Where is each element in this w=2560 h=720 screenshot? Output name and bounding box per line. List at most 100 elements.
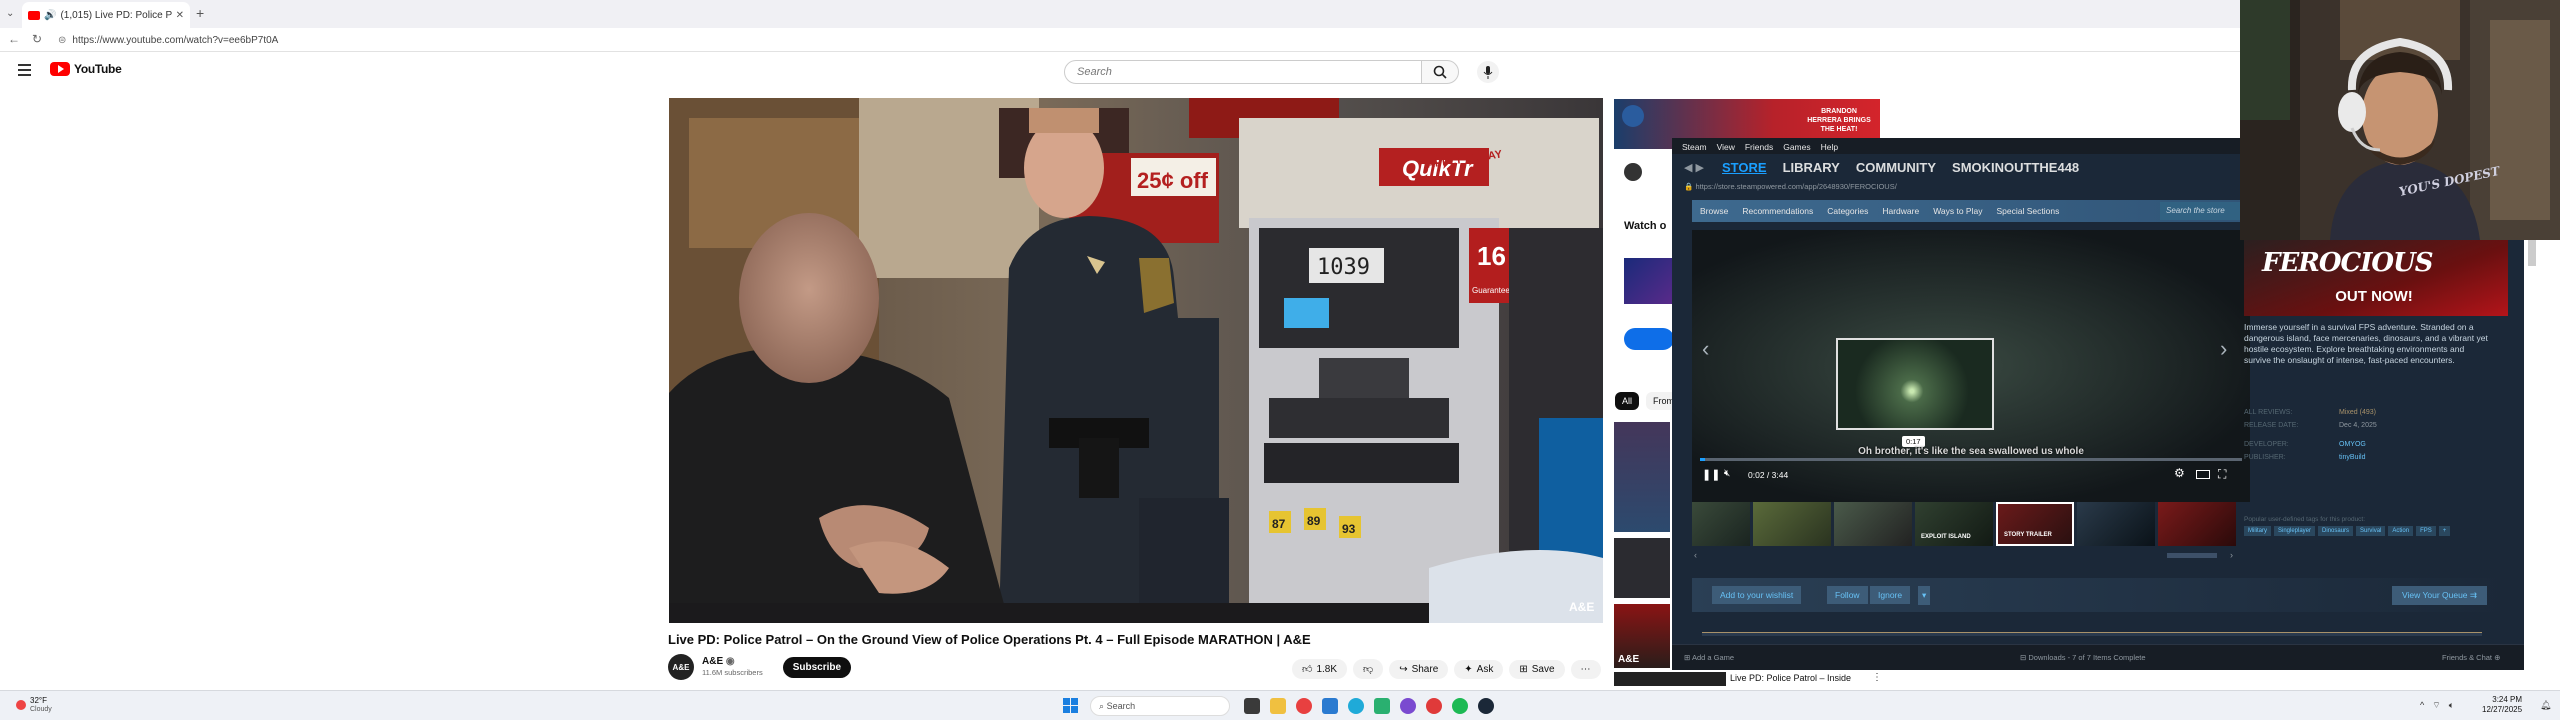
app-icon[interactable] [1426, 698, 1442, 714]
subnav-ways-to-play[interactable]: Ways to Play [1933, 206, 1982, 216]
youtube-logo[interactable]: YouTube [50, 62, 122, 76]
voice-search-button[interactable] [1477, 61, 1499, 83]
page-scrollbar-thumb[interactable] [2528, 238, 2536, 266]
recommended-thumbnail[interactable] [1614, 538, 1670, 598]
volume-icon[interactable]: 🔈︎ [2449, 700, 2454, 711]
ignore-button[interactable]: Ignore [1870, 586, 1911, 604]
app-icon[interactable] [1322, 698, 1338, 714]
tab-list-chevron-icon[interactable]: ⌄ [6, 8, 14, 19]
video-player[interactable]: QuikTr APPLY TODAY 25¢ off 1039 16 Guara… [669, 98, 1603, 623]
mute-icon[interactable]: 🔇︎ [1724, 468, 1730, 479]
add-to-wishlist-button[interactable]: Add to your wishlist [1712, 586, 1802, 604]
ask-button[interactable]: ✦ Ask [1454, 659, 1504, 679]
channel-avatar[interactable]: A&E [668, 654, 694, 680]
edge-icon[interactable] [1348, 698, 1364, 714]
subnav-recommendations[interactable]: Recommendations [1742, 206, 1813, 216]
subnav-browse[interactable]: Browse [1700, 206, 1728, 216]
steam-media-player[interactable]: ‹ › 0:17 Oh brother, it's like the sea s… [1692, 230, 2250, 502]
media-thumbnail[interactable] [1692, 502, 1750, 546]
steam-menu-item[interactable]: Help [1821, 142, 1838, 152]
save-button[interactable]: ⊞ Save [1509, 659, 1565, 679]
tag[interactable]: Singleplayer [2274, 526, 2316, 536]
steam-url-bar[interactable]: 🔒 https://store.steampowered.com/app/264… [1684, 182, 1897, 191]
subnav-hardware[interactable]: Hardware [1882, 206, 1919, 216]
up-next-thumbnail[interactable] [1614, 672, 1726, 686]
notification-bell-icon[interactable]: 🔔︎ [2540, 700, 2551, 711]
view-your-queue-button[interactable]: View Your Queue ⇉ [2392, 586, 2488, 605]
publisher-link[interactable]: tinyBuild [2339, 451, 2365, 464]
media-next-arrow-icon[interactable]: › [2220, 336, 2227, 362]
steam-search-input[interactable]: Search the store [2160, 202, 2248, 220]
developer-link[interactable]: OMYOG [2339, 438, 2366, 451]
recommended-thumbnail[interactable] [1614, 422, 1670, 532]
subnav-special-sections[interactable]: Special Sections [1996, 206, 2059, 216]
sidebar-ad-cta-button[interactable] [1624, 328, 1674, 350]
tag[interactable]: Military [2244, 526, 2271, 536]
media-thumbnail[interactable]: EXPLOIT ISLAND [1915, 502, 1993, 546]
steam-nav-store[interactable]: STORE [1722, 160, 1767, 175]
hamburger-menu-icon[interactable] [18, 64, 31, 76]
steam-menu-item[interactable]: Games [1783, 142, 1810, 152]
reviews-value[interactable]: Mixed (493) [2339, 406, 2376, 419]
tag[interactable]: Dinosaurs [2318, 526, 2354, 536]
tag[interactable]: Action [2388, 526, 2414, 536]
media-thumbnail[interactable] [1753, 502, 1831, 546]
taskbar-search[interactable]: ⌕ Search [1090, 696, 1230, 716]
steam-menu-item[interactable]: View [1717, 142, 1735, 152]
chip-all[interactable]: All [1615, 392, 1640, 410]
youtube-search-input[interactable]: Search [1064, 60, 1422, 84]
steam-nav-profile[interactable]: SMOKINOUTTHE448 [1952, 160, 2079, 175]
media-thumbnail-selected[interactable]: STORY TRAILER [1996, 502, 2074, 546]
weather-widget[interactable]: 32°F Cloudy [16, 696, 52, 714]
back-icon[interactable]: ← [8, 32, 20, 46]
strip-scrollbar[interactable] [2167, 553, 2217, 558]
audio-icon[interactable]: 🔊 [44, 10, 56, 21]
pause-button[interactable]: ❚❚ [1702, 468, 1720, 481]
media-thumbnail[interactable] [2077, 502, 2155, 546]
spotify-icon[interactable] [1452, 698, 1468, 714]
browser-tab[interactable]: 🔊 (1,015) Live PD: Police Patrol – ✕ [22, 2, 190, 28]
close-tab-icon[interactable]: ✕ [176, 10, 184, 21]
fullscreen-icon[interactable]: ⛶ [2218, 467, 2226, 482]
task-view-icon[interactable] [1244, 698, 1260, 714]
settings-gear-icon[interactable]: ⚙ [2174, 466, 2185, 480]
file-explorer-icon[interactable] [1270, 698, 1286, 714]
app-icon[interactable] [1374, 698, 1390, 714]
media-thumbnail[interactable] [1834, 502, 1912, 546]
steam-nav-library[interactable]: LIBRARY [1783, 160, 1840, 175]
subscribe-button[interactable]: Subscribe [782, 656, 852, 678]
steam-nav-community[interactable]: COMMUNITY [1856, 160, 1936, 175]
up-next-more-icon[interactable]: ⋮ [1872, 672, 1882, 683]
windows-start-icon[interactable] [1063, 698, 1078, 713]
steam-icon[interactable] [1478, 698, 1494, 714]
search-button[interactable] [1421, 60, 1459, 84]
network-icon[interactable]: ⌔ [2432, 700, 2440, 711]
more-actions-button[interactable]: ⋯ [1570, 659, 1601, 679]
app-icon[interactable] [1296, 698, 1312, 714]
address-bar[interactable]: ⊜ https://www.youtube.com/watch?v=ee6bP7… [58, 32, 1258, 48]
follow-button[interactable]: Follow [1827, 586, 1868, 604]
media-prev-arrow-icon[interactable]: ‹ [1702, 336, 1709, 362]
media-thumbnail[interactable] [2158, 502, 2236, 546]
tag[interactable]: Survival [2356, 526, 2386, 536]
dislike-button[interactable]: 👎︎ [1353, 659, 1384, 679]
downloads-status[interactable]: ⊟ Downloads - 7 of 7 Items Complete [2020, 653, 2146, 662]
strip-next-icon[interactable]: › [2230, 550, 2233, 560]
steam-menu-item[interactable]: Steam [1682, 142, 1707, 152]
subnav-categories[interactable]: Categories [1827, 206, 1868, 216]
add-game-button[interactable]: ⊞ Add a Game [1684, 653, 1734, 662]
strip-prev-icon[interactable]: ‹ [1694, 550, 1697, 560]
steam-menu-item[interactable]: Friends [1745, 142, 1773, 152]
reload-icon[interactable]: ↻ [32, 32, 42, 46]
like-button[interactable]: 👍︎ 1.8K [1292, 659, 1348, 679]
tag[interactable]: FPS [2416, 526, 2436, 536]
ignore-dropdown-icon[interactable]: ▾ [1918, 586, 1931, 605]
theater-mode-icon[interactable] [2196, 470, 2210, 479]
channel-name[interactable]: A&E [702, 656, 723, 667]
friends-chat-button[interactable]: Friends & Chat ⊕ [2442, 653, 2500, 662]
site-info-icon[interactable]: ⊜ [58, 35, 66, 46]
tag-more[interactable]: + [2438, 526, 2451, 536]
share-button[interactable]: ↪ Share [1389, 659, 1449, 679]
recommended-thumbnail[interactable]: A&E [1614, 604, 1670, 668]
new-tab-button[interactable]: + [196, 5, 204, 21]
